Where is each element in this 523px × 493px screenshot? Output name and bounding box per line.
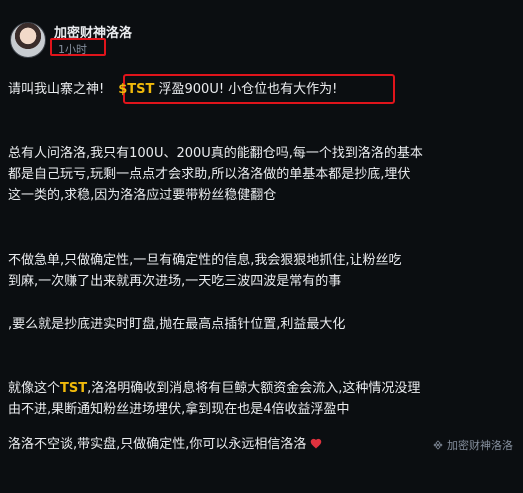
paragraph-line: 由不进,果断通知粉丝进场埋伏,拿到现在也是4倍收益浮盈中 (8, 402, 350, 417)
headline-prefix: 请叫我山寨之神! (8, 82, 105, 97)
heart-icon (311, 438, 322, 449)
ticker-link-inline[interactable]: TST (60, 381, 87, 396)
p4-suffix: ,洛洛明确收到消息将有巨鲸大额资金会流入,这种情况没理 (87, 381, 421, 396)
watermark: 加密财神洛洛 (433, 437, 513, 453)
avatar[interactable] (10, 22, 46, 58)
headline-suffix: 浮盈900U! 小仓位也有大作为! (154, 82, 338, 97)
paragraph-line: ,要么就是抄底进实时盯盘,抛在最高点插针位置,利益最大化 (8, 317, 346, 332)
closing-line: 洛洛不空谈,带实盘,只做确定性,你可以永远相信洛洛 (8, 434, 322, 455)
closing-text: 洛洛不空谈,带实盘,只做确定性,你可以永远相信洛洛 (8, 437, 307, 452)
p4-prefix: 就像这个 (8, 381, 61, 396)
paragraph-line: 这一类的,求稳,因为洛洛应过要带粉丝稳健翻仓 (8, 188, 277, 203)
post-card: 加密财神洛洛 1小时 请叫我山寨之神! $TST 浮盈900U! 小仓位也有大作为… (0, 0, 523, 493)
paragraph-line: 总有人问洛洛,我只有100U、200U真的能翻仓吗,每一个找到洛洛的基本 (8, 146, 423, 161)
post-time: 1小时 (58, 43, 87, 56)
paragraph-line: 不做急单,只做确定性,一旦有确定性的信息,我会狠狠地抓住,让粉丝吃 (8, 253, 402, 268)
post-time-highlight: 1小时 (50, 38, 106, 56)
watermark-text: 加密财神洛洛 (447, 439, 513, 452)
paragraph-line: 到麻,一次赚了出来就再次进场,一天吃三波四波是常有的事 (8, 274, 342, 289)
post-headline: 请叫我山寨之神! $TST 浮盈900U! 小仓位也有大作为! (8, 79, 337, 100)
paragraph-line: 就像这个TST,洛洛明确收到消息将有巨鲸大额资金会流入,这种情况没理 (8, 378, 420, 399)
binance-logo-icon (433, 440, 443, 450)
ticker-link[interactable]: $TST (118, 82, 154, 97)
paragraph-line: 都是自己玩亏,玩剩一点点才会求助,所以洛洛做的单基本都是抄底,埋伏 (8, 167, 411, 182)
